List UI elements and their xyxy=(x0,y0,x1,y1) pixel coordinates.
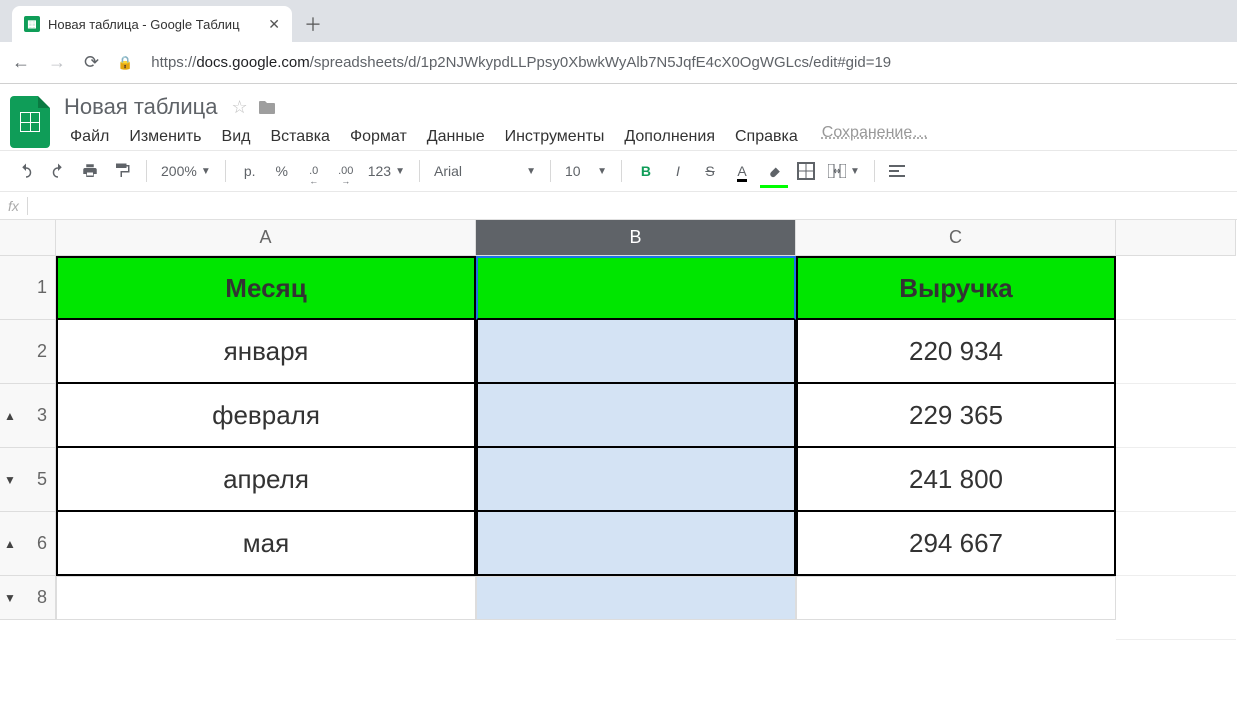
cell[interactable]: 229 365 xyxy=(796,384,1116,448)
save-status: Сохранение… xyxy=(822,124,928,150)
row-header[interactable]: ▼5 xyxy=(0,448,56,512)
cell[interactable]: Месяц xyxy=(56,256,476,320)
more-formats-button[interactable]: 123 ▼ xyxy=(364,163,409,179)
paint-format-button[interactable] xyxy=(108,157,136,185)
font-select[interactable]: Arial ▼ xyxy=(430,163,540,179)
star-icon[interactable]: ☆ xyxy=(231,97,247,118)
forward-button[interactable]: → xyxy=(48,52,66,73)
sheets-favicon: ▦ xyxy=(24,16,40,32)
increase-decimal-button[interactable]: .00→ xyxy=(332,157,360,185)
column-header-a[interactable]: A xyxy=(56,220,476,256)
menu-view[interactable]: Вид xyxy=(212,124,261,150)
merge-cells-button[interactable]: ▼ xyxy=(824,164,864,178)
cell[interactable] xyxy=(476,256,796,320)
strikethrough-button[interactable]: S xyxy=(696,157,724,185)
cell[interactable] xyxy=(56,576,476,620)
cell[interactable]: 220 934 xyxy=(796,320,1116,384)
borders-button[interactable] xyxy=(792,157,820,185)
group-toggle-icon[interactable]: ▲ xyxy=(4,409,16,423)
url-display[interactable]: https://docs.google.com/spreadsheets/d/1… xyxy=(151,54,891,71)
menu-addons[interactable]: Дополнения xyxy=(614,124,725,150)
menu-data[interactable]: Данные xyxy=(417,124,495,150)
column-header-c[interactable]: C xyxy=(796,220,1116,256)
text-color-button[interactable]: A xyxy=(728,157,756,185)
app-header: Новая таблица ☆ Файл Изменить Вид Вставк… xyxy=(0,84,1237,150)
fx-icon: fx xyxy=(8,198,19,214)
folder-icon[interactable] xyxy=(258,99,276,115)
cell[interactable]: января xyxy=(56,320,476,384)
cell[interactable] xyxy=(476,512,796,576)
cell[interactable] xyxy=(476,576,796,620)
address-bar: ← → ⟳ 🔒 https://docs.google.com/spreadsh… xyxy=(0,42,1237,84)
column-header-blank[interactable] xyxy=(1116,220,1236,256)
group-toggle-icon[interactable]: ▼ xyxy=(4,473,16,487)
print-button[interactable] xyxy=(76,157,104,185)
decrease-decimal-button[interactable]: .0← xyxy=(300,157,328,185)
menu-help[interactable]: Справка xyxy=(725,124,808,150)
cell[interactable]: 241 800 xyxy=(796,448,1116,512)
font-size-select[interactable]: 10 ▼ xyxy=(561,163,611,179)
menu-format[interactable]: Формат xyxy=(340,124,417,150)
cell[interactable] xyxy=(476,320,796,384)
lock-icon: 🔒 xyxy=(117,55,133,71)
row-header[interactable]: 1 xyxy=(0,256,56,320)
spreadsheet-grid: A B C 1Месяц Выручка 2января 220 934 ▲3февра… xyxy=(0,220,1237,640)
formula-bar[interactable]: fx xyxy=(0,192,1237,220)
menu-file[interactable]: Файл xyxy=(60,124,119,150)
percent-button[interactable]: % xyxy=(268,157,296,185)
row-header[interactable]: ▼8 xyxy=(0,576,56,620)
url-path: /spreadsheets/d/1p2NJWkypdLLPpsy0XbwkWyA… xyxy=(310,54,891,71)
horizontal-align-button[interactable] xyxy=(885,164,909,178)
cell[interactable] xyxy=(796,576,1116,620)
cell[interactable] xyxy=(476,448,796,512)
currency-button[interactable]: р. xyxy=(236,157,264,185)
row-header[interactable]: ▲6 xyxy=(0,512,56,576)
column-header-b[interactable]: B xyxy=(476,220,796,256)
menu-insert[interactable]: Вставка xyxy=(260,124,339,150)
zoom-select[interactable]: 200% ▼ xyxy=(157,163,215,179)
url-domain: docs.google.com xyxy=(196,54,309,71)
sheets-icon[interactable] xyxy=(10,96,50,148)
undo-button[interactable] xyxy=(12,157,40,185)
menu-bar: Файл Изменить Вид Вставка Формат Данные … xyxy=(60,124,1227,150)
document-title[interactable]: Новая таблица xyxy=(60,92,221,122)
row-header[interactable]: ▲3 xyxy=(0,384,56,448)
cell[interactable]: мая xyxy=(56,512,476,576)
browser-tab[interactable]: ▦ Новая таблица - Google Таблиц ✕ xyxy=(12,6,292,42)
menu-edit[interactable]: Изменить xyxy=(119,124,211,150)
menu-tools[interactable]: Инструменты xyxy=(495,124,615,150)
tab-title: Новая таблица - Google Таблиц xyxy=(48,17,260,32)
cell[interactable] xyxy=(476,384,796,448)
select-all-corner[interactable] xyxy=(0,220,56,256)
redo-button[interactable] xyxy=(44,157,72,185)
cell[interactable]: апреля xyxy=(56,448,476,512)
group-toggle-icon[interactable]: ▼ xyxy=(4,591,16,605)
back-button[interactable]: ← xyxy=(12,52,30,73)
cell[interactable]: 294 667 xyxy=(796,512,1116,576)
bold-button[interactable]: B xyxy=(632,157,660,185)
reload-button[interactable]: ⟳ xyxy=(84,52,99,73)
italic-button[interactable]: I xyxy=(664,157,692,185)
cell[interactable]: Выручка xyxy=(796,256,1116,320)
cell[interactable]: февраля xyxy=(56,384,476,448)
new-tab-button[interactable]: ＋ xyxy=(298,9,328,39)
close-icon[interactable]: ✕ xyxy=(268,16,280,33)
row-header[interactable]: 2 xyxy=(0,320,56,384)
browser-tab-strip: ▦ Новая таблица - Google Таблиц ✕ ＋ xyxy=(0,0,1237,42)
url-scheme: https:// xyxy=(151,54,196,71)
fill-color-button[interactable] xyxy=(760,157,788,185)
toolbar: 200% ▼ р. % .0← .00→ 123 ▼ Arial ▼ 10 ▼ … xyxy=(0,150,1237,192)
group-toggle-icon[interactable]: ▲ xyxy=(4,537,16,551)
